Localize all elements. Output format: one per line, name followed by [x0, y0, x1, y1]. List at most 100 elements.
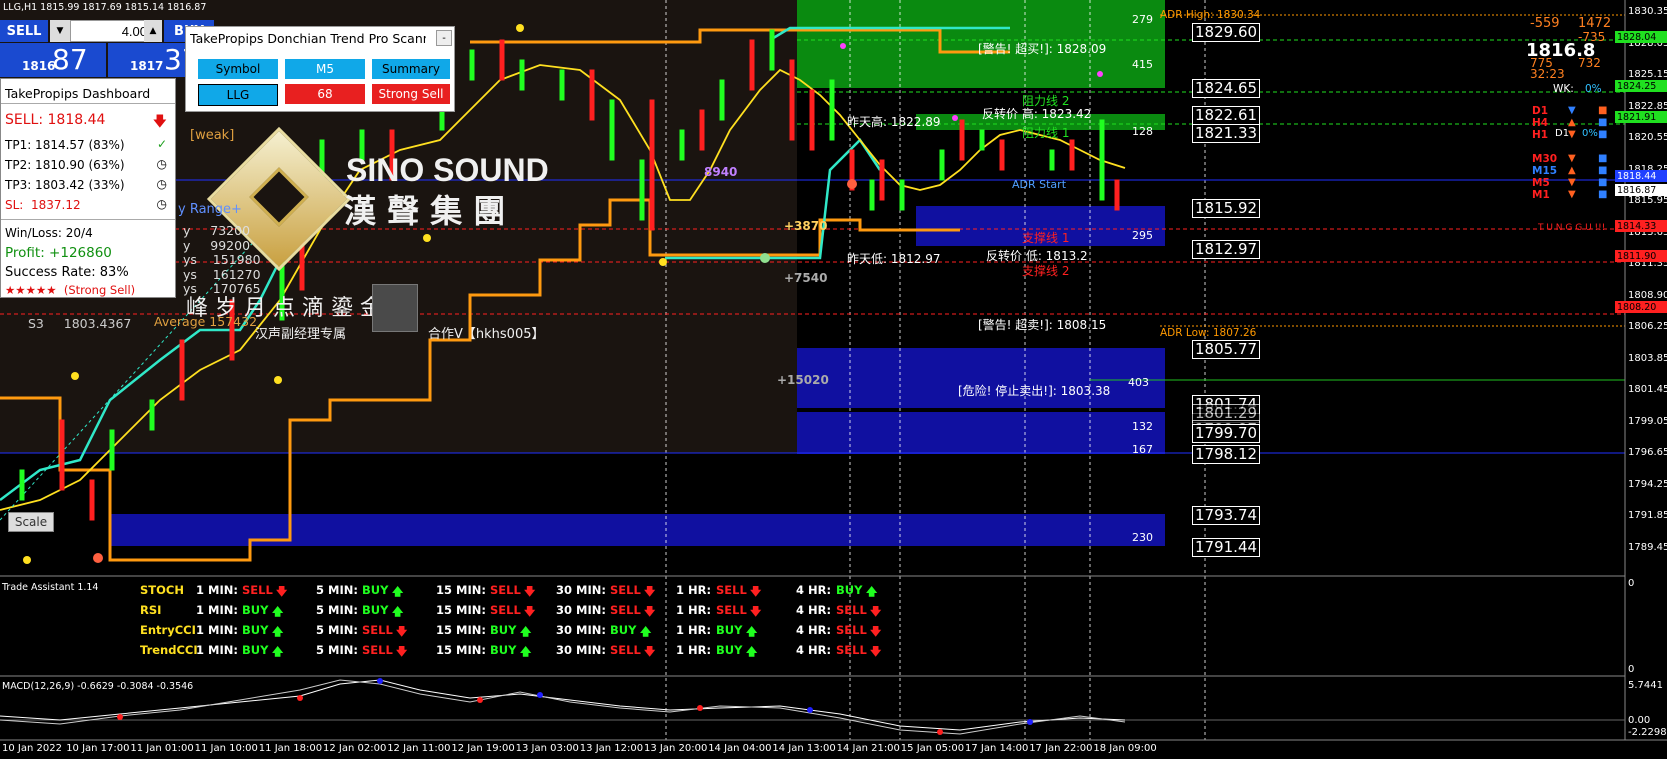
price-tag: 1828.04: [1615, 31, 1667, 43]
box-price-label: 1815.92: [1192, 199, 1261, 218]
tf-arrow-icon: ▲: [1568, 117, 1576, 128]
dashboard-title: TakePropips Dashboard: [5, 86, 151, 101]
price-axis-tick: 1803.85: [1628, 352, 1667, 364]
ta-signal: SELL: [836, 643, 867, 657]
range-stat-row: ys 151980: [183, 252, 261, 267]
tf-arrow-icon: ▼: [1568, 153, 1576, 164]
contact-text: 合作V【hkhs005】: [428, 327, 545, 342]
scanner-row-summary[interactable]: Strong Sell: [372, 84, 450, 104]
tf-square-icon: ■: [1598, 189, 1608, 200]
box-price-label: 1812.97: [1192, 240, 1261, 259]
sell-price-small: 1816: [22, 59, 56, 73]
corner-value: 32:23: [1530, 67, 1565, 81]
donchian-scanner-panel: TakePropips Donchian Trend Pro Scanner -…: [185, 26, 455, 112]
box-price-label: 1824.65: [1192, 79, 1261, 98]
ta-signal: BUY: [716, 643, 743, 657]
box-price-label: 1821.33: [1192, 124, 1261, 143]
price-axis-tick: 1799.05: [1628, 415, 1667, 427]
dashboard-tp3: TP3: 1803.42 (33%): [5, 178, 125, 192]
corner-value: -735: [1578, 30, 1606, 44]
price-axis-tick: 1791.85: [1628, 510, 1667, 521]
arrow-up-icon: 🡅: [866, 585, 878, 598]
price-tag: 1821.91: [1615, 111, 1667, 123]
arrow-up-icon: 🡅: [272, 625, 284, 638]
macd-dots: [117, 678, 1033, 735]
ta-signal: BUY: [610, 623, 637, 637]
marker-plus-3870: +3870: [784, 219, 828, 233]
lot-increase-button[interactable]: ▲: [144, 20, 162, 42]
ta-signal: SELL: [716, 603, 747, 617]
ta-signal: SELL: [242, 583, 273, 597]
arrow-down-icon: 🡇: [870, 605, 882, 618]
ta-indicator-name: STOCH: [140, 583, 184, 597]
ta-timeframe-label: 4 HR:: [796, 583, 832, 597]
time-axis-tick: 11 Jan 18:00: [258, 743, 323, 754]
tf-square-icon: ■: [1598, 153, 1608, 164]
macd-axis-zero: 0.00: [1628, 715, 1651, 726]
marker-plus-7540: +7540: [784, 271, 828, 285]
time-axis-tick: 14 Jan 21:00: [836, 743, 900, 754]
lot-decrease-button[interactable]: ▼: [50, 20, 70, 42]
yesterday-high-label: 昨天高: 1822.89: [847, 115, 941, 129]
scanner-col-summary[interactable]: Summary: [372, 59, 450, 79]
dashboard-divider: [1, 103, 175, 104]
scanner-col-symbol[interactable]: Symbol: [198, 59, 278, 79]
s3-level: S3 1803.4367: [28, 316, 132, 331]
ta-signal: BUY: [490, 643, 517, 657]
tf-square-icon: ■: [1598, 117, 1608, 128]
tf-arrow-icon: ▼: [1568, 177, 1576, 188]
ta-timeframe-label: 5 MIN:: [316, 603, 358, 617]
arrow-down-icon: 🡇: [644, 585, 656, 598]
ta-signal: SELL: [716, 583, 747, 597]
zone-size-295: 295: [1132, 229, 1153, 242]
tunggu-label: T U N G G U !!!: [1538, 223, 1606, 233]
time-axis-tick: 17 Jan 22:00: [1029, 743, 1093, 754]
time-axis-tick: 10 Jan 2022: [2, 743, 62, 754]
trade-assistant-title: Trade Assistant 1.14: [2, 582, 99, 593]
scale-button[interactable]: Scale: [8, 512, 54, 532]
brand-name-en: SINO SOUND: [346, 152, 549, 188]
ta-axis-bottom: 0: [1628, 664, 1635, 675]
arrow-down-icon: 🡇: [750, 605, 762, 618]
dashboard-profit: Profit: +126860: [5, 245, 112, 261]
ta-timeframe-label: 5 MIN:: [316, 583, 358, 597]
box-price-label: 1805.77: [1192, 340, 1261, 359]
manager-avatar: [372, 284, 418, 332]
time-axis-tick: 14 Jan 13:00: [772, 743, 836, 754]
arrow-up-icon: 🡅: [272, 605, 284, 618]
ta-signal: SELL: [610, 603, 641, 617]
ta-timeframe-label: 4 HR:: [796, 643, 832, 657]
scanner-title: TakePropips Donchian Trend Pro Scanner: [190, 31, 426, 46]
scanner-minimize-button[interactable]: -: [436, 30, 452, 46]
price-axis-tick: 1806.25: [1628, 321, 1667, 332]
price-tag: 1818.44: [1615, 170, 1667, 182]
arrow-down-icon: 🡇: [524, 585, 536, 598]
arrow-down-icon: 🡇: [644, 605, 656, 618]
arrow-down-icon: 🡇: [276, 585, 288, 598]
price-axis-tick: 1789.45: [1628, 541, 1667, 553]
box-price-label: 1822.61: [1192, 106, 1261, 125]
ta-signal: SELL: [836, 603, 867, 617]
ta-timeframe-label: 30 MIN:: [556, 603, 606, 617]
lot-size-input[interactable]: [70, 20, 152, 42]
price-axis-tick: 1825.15: [1628, 69, 1667, 80]
sell-price-box[interactable]: 1816 87: [0, 43, 106, 77]
buy-price-small: 1817: [130, 59, 164, 73]
resistance-2-label: 阻力线 2: [1022, 94, 1070, 108]
arrow-down-icon: 🡇: [870, 645, 882, 658]
scanner-row-symbol[interactable]: LLG: [198, 84, 278, 106]
tf-arrow-icon: ▼: [1568, 189, 1576, 200]
sell-button[interactable]: SELL: [0, 20, 48, 42]
ta-timeframe-label: 15 MIN:: [436, 643, 486, 657]
dashboard-tp2: TP2: 1810.90 (63%): [5, 158, 125, 172]
ta-signal: SELL: [836, 623, 867, 637]
scanner-row-timeframe-value[interactable]: 68: [285, 84, 365, 104]
ta-timeframe-label: 1 HR:: [676, 623, 712, 637]
dashboard-signal: SELL: 1818.44: [5, 112, 106, 128]
ta-signal: SELL: [610, 583, 641, 597]
price-axis-tick: 1808.90: [1628, 289, 1667, 301]
arrow-up-icon: 🡅: [520, 625, 532, 638]
resistance-1-label: 阻力线 1: [1022, 126, 1070, 140]
scanner-col-timeframe[interactable]: M5: [285, 59, 365, 79]
time-axis-tick: 13 Jan 20:00: [644, 743, 708, 754]
